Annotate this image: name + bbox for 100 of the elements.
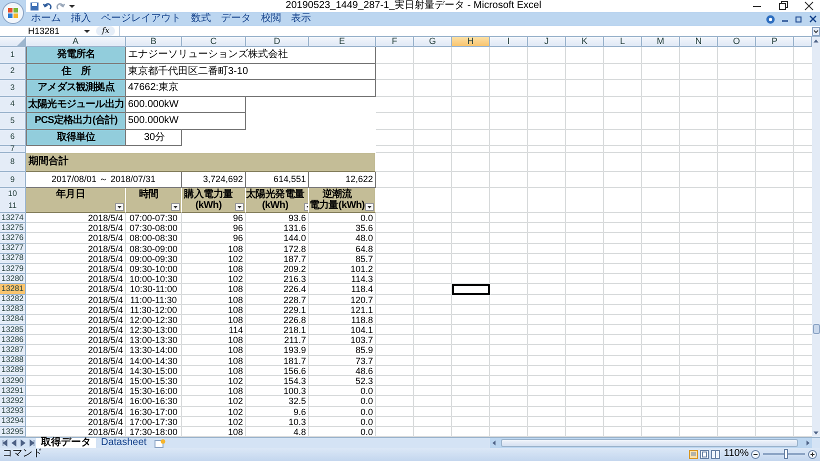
column-heading: 逆潮流 <box>322 189 353 200</box>
row-header[interactable]: 6 <box>0 130 26 146</box>
row-header[interactable]: 13278 <box>0 254 26 264</box>
filter-dropdown-button[interactable] <box>235 203 244 211</box>
office-button[interactable] <box>2 2 24 24</box>
row-header[interactable]: 7 <box>0 146 26 153</box>
row-header[interactable]: 13276 <box>0 233 26 244</box>
column-header[interactable]: D <box>246 37 309 47</box>
ribbon-tab[interactable]: ページレイアウト <box>96 12 186 26</box>
row-header[interactable]: 13293 <box>0 406 26 417</box>
row-header[interactable]: 13295 <box>0 426 26 438</box>
sheet-tab[interactable]: Datasheet <box>96 438 152 448</box>
close-icon[interactable] <box>804 1 814 11</box>
column-header[interactable]: M <box>642 37 680 47</box>
row-header[interactable]: 13292 <box>0 396 26 407</box>
row-header[interactable]: 11 <box>0 200 25 212</box>
row-header[interactable]: 13287 <box>0 345 26 356</box>
scrollbar-thumb[interactable] <box>812 324 820 334</box>
scrollbar-thumb[interactable] <box>501 439 798 448</box>
column-header[interactable]: N <box>680 37 718 47</box>
undo-icon[interactable] <box>43 2 52 10</box>
ribbon-tab[interactable]: データ <box>216 12 256 26</box>
column-header[interactable]: I <box>490 37 528 47</box>
restore-icon[interactable] <box>795 15 803 23</box>
row-header[interactable]: 13277 <box>0 244 26 254</box>
row-header[interactable]: 13289 <box>0 366 26 376</box>
normal-view-icon[interactable] <box>688 450 698 459</box>
column-header[interactable]: K <box>566 37 604 47</box>
row-header[interactable]: 10 <box>0 188 25 200</box>
filter-dropdown-button[interactable] <box>365 203 374 211</box>
ribbon-tab[interactable]: 校閲 <box>256 12 286 26</box>
close-icon[interactable] <box>809 15 817 23</box>
insert-function-button[interactable]: fx <box>96 26 116 36</box>
column-heading: 年月日 <box>54 189 86 200</box>
last-sheet-icon[interactable] <box>29 439 36 448</box>
column-header[interactable]: L <box>604 37 642 47</box>
row-header[interactable]: 9 <box>0 172 26 188</box>
help-icon[interactable] <box>766 14 775 24</box>
page-break-icon[interactable] <box>710 450 720 459</box>
row-header[interactable]: 13284 <box>0 314 26 326</box>
row-header[interactable]: 13274 <box>0 213 26 224</box>
zoom-slider-thumb[interactable] <box>784 449 788 460</box>
row-header[interactable]: 2 <box>0 64 26 80</box>
field-label: 取得単位 <box>26 130 126 146</box>
field-label: 太陽光モジュール出力 <box>26 96 126 113</box>
zoom-in-icon[interactable] <box>808 450 817 459</box>
restore-icon[interactable] <box>778 1 788 11</box>
previous-sheet-icon[interactable] <box>11 439 18 448</box>
ribbon-tab[interactable]: 表示 <box>286 12 316 26</box>
row-header[interactable]: 13282 <box>0 294 26 305</box>
column-heading: 購入電力量 <box>182 189 234 200</box>
row-header[interactable]: 5 <box>0 113 26 130</box>
row-header[interactable]: 13294 <box>0 416 26 427</box>
column-header[interactable]: A <box>26 37 126 47</box>
row-header[interactable]: 13280 <box>0 274 26 284</box>
dropdown-caret-icon[interactable] <box>84 28 90 34</box>
ribbon-tab[interactable]: ホーム <box>26 12 66 26</box>
row-header[interactable]: 13281 <box>0 284 26 294</box>
zoom-out-icon[interactable] <box>751 450 760 459</box>
sheet-tab[interactable]: 取得データ <box>36 438 96 448</box>
row-header[interactable]: 1 <box>0 47 26 64</box>
column-header[interactable]: J <box>528 37 566 47</box>
column-header[interactable]: F <box>376 37 414 47</box>
page-layout-icon[interactable] <box>700 450 709 459</box>
filter-dropdown-button[interactable] <box>171 203 180 211</box>
ribbon-tab[interactable]: 挿入 <box>66 12 96 26</box>
column-heading: 時間 <box>138 189 160 200</box>
row-header[interactable]: 13279 <box>0 264 26 274</box>
first-sheet-icon[interactable] <box>2 439 9 448</box>
field-label: PCS定格出力(合計) <box>26 113 126 130</box>
row-header[interactable]: 13275 <box>0 223 26 234</box>
column-header[interactable]: C <box>182 37 246 47</box>
scroll-left-icon[interactable] <box>490 439 498 448</box>
row-header[interactable]: 13290 <box>0 376 26 386</box>
row-header[interactable]: 13286 <box>0 335 26 346</box>
ribbon-tab[interactable]: 数式 <box>186 12 216 26</box>
column-header[interactable]: G <box>414 37 452 47</box>
row-header[interactable]: 3 <box>0 80 26 96</box>
expand-icon[interactable] <box>812 26 820 36</box>
column-header[interactable]: O <box>718 37 756 47</box>
scroll-right-icon[interactable] <box>804 439 812 448</box>
customize-caret-icon[interactable] <box>69 3 75 9</box>
row-header[interactable]: 8 <box>0 153 26 172</box>
column-header[interactable]: B <box>126 37 182 47</box>
save-icon[interactable] <box>30 2 39 10</box>
status-text: コマンド <box>1 448 44 460</box>
row-header[interactable]: 13288 <box>0 356 26 366</box>
column-header[interactable]: E <box>309 37 376 47</box>
row-header[interactable]: 13285 <box>0 325 26 336</box>
name-box[interactable]: H13281 <box>28 26 84 36</box>
active-cell[interactable] <box>452 284 490 294</box>
column-heading: 太陽光発電量 <box>246 189 304 200</box>
column-header[interactable]: P <box>756 37 794 47</box>
row-header[interactable]: 13291 <box>0 386 26 396</box>
column-header[interactable]: H <box>452 37 490 47</box>
row-header[interactable]: 13283 <box>0 304 26 315</box>
row-header[interactable]: 4 <box>0 96 26 113</box>
next-sheet-icon[interactable] <box>20 439 27 448</box>
column-heading: 電力量(kWh) <box>309 200 365 211</box>
filter-dropdown-button[interactable] <box>115 203 124 211</box>
